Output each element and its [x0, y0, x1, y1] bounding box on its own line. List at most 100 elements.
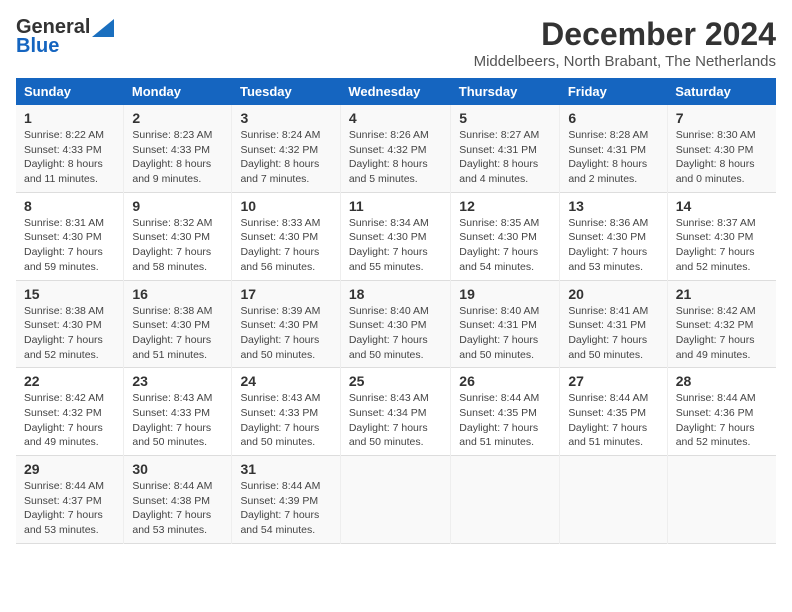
- day-info: Sunrise: 8:26 AM Sunset: 4:32 PM Dayligh…: [349, 128, 442, 187]
- calendar-cell: 18 Sunrise: 8:40 AM Sunset: 4:30 PM Dayli…: [340, 280, 450, 368]
- day-info: Sunrise: 8:38 AM Sunset: 4:30 PM Dayligh…: [24, 304, 115, 363]
- calendar-cell: 14 Sunrise: 8:37 AM Sunset: 4:30 PM Dayli…: [667, 192, 776, 280]
- day-number: 23: [132, 373, 223, 389]
- day-number: 7: [676, 110, 768, 126]
- day-number: 18: [349, 286, 442, 302]
- day-info: Sunrise: 8:44 AM Sunset: 4:36 PM Dayligh…: [676, 391, 768, 450]
- calendar-cell: 12 Sunrise: 8:35 AM Sunset: 4:30 PM Dayli…: [451, 192, 560, 280]
- column-header-tuesday: Tuesday: [232, 78, 340, 105]
- day-info: Sunrise: 8:37 AM Sunset: 4:30 PM Dayligh…: [676, 216, 768, 275]
- day-info: Sunrise: 8:23 AM Sunset: 4:33 PM Dayligh…: [132, 128, 223, 187]
- calendar-table: SundayMondayTuesdayWednesdayThursdayFrid…: [16, 78, 776, 544]
- calendar-cell: 19Sunrise: 8:40 AM Sunset: 4:31 PM Dayli…: [451, 280, 560, 368]
- day-number: 17: [240, 286, 331, 302]
- day-number: 22: [24, 373, 115, 389]
- calendar-cell: [451, 456, 560, 544]
- day-info: Sunrise: 8:36 AM Sunset: 4:30 PM Dayligh…: [568, 216, 658, 275]
- day-info: Sunrise: 8:28 AM Sunset: 4:31 PM Dayligh…: [568, 128, 658, 187]
- day-info: Sunrise: 8:44 AM Sunset: 4:37 PM Dayligh…: [24, 479, 115, 538]
- title-area: December 2024 Middelbeers, North Brabant…: [474, 16, 776, 70]
- day-number: 31: [240, 461, 331, 477]
- calendar-cell: [560, 456, 667, 544]
- day-number: 24: [240, 373, 331, 389]
- day-info: Sunrise: 8:44 AM Sunset: 4:39 PM Dayligh…: [240, 479, 331, 538]
- day-info: Sunrise: 8:35 AM Sunset: 4:30 PM Dayligh…: [459, 216, 551, 275]
- column-header-thursday: Thursday: [451, 78, 560, 105]
- calendar-cell: 6 Sunrise: 8:28 AM Sunset: 4:31 PM Daylig…: [560, 105, 667, 192]
- day-number: 10: [240, 198, 331, 214]
- calendar-cell: 15 Sunrise: 8:38 AM Sunset: 4:30 PM Dayli…: [16, 280, 124, 368]
- day-info: Sunrise: 8:42 AM Sunset: 4:32 PM Dayligh…: [24, 391, 115, 450]
- column-header-wednesday: Wednesday: [340, 78, 450, 105]
- day-info: Sunrise: 8:43 AM Sunset: 4:33 PM Dayligh…: [240, 391, 331, 450]
- logo: General Blue: [16, 16, 114, 58]
- calendar-week-5: 29Sunrise: 8:44 AM Sunset: 4:37 PM Dayli…: [16, 456, 776, 544]
- calendar-cell: 25 Sunrise: 8:43 AM Sunset: 4:34 PM Dayli…: [340, 368, 450, 456]
- day-number: 9: [132, 198, 223, 214]
- day-info: Sunrise: 8:43 AM Sunset: 4:34 PM Dayligh…: [349, 391, 442, 450]
- day-info: Sunrise: 8:40 AM Sunset: 4:31 PM Dayligh…: [459, 304, 551, 363]
- calendar-cell: 5Sunrise: 8:27 AM Sunset: 4:31 PM Daylig…: [451, 105, 560, 192]
- calendar-week-1: 1 Sunrise: 8:22 AM Sunset: 4:33 PM Daylig…: [16, 105, 776, 192]
- calendar-cell: 30 Sunrise: 8:44 AM Sunset: 4:38 PM Dayli…: [124, 456, 232, 544]
- column-header-sunday: Sunday: [16, 78, 124, 105]
- day-number: 15: [24, 286, 115, 302]
- day-info: Sunrise: 8:33 AM Sunset: 4:30 PM Dayligh…: [240, 216, 331, 275]
- day-info: Sunrise: 8:43 AM Sunset: 4:33 PM Dayligh…: [132, 391, 223, 450]
- calendar-title: December 2024: [474, 16, 776, 53]
- calendar-cell: 2 Sunrise: 8:23 AM Sunset: 4:33 PM Daylig…: [124, 105, 232, 192]
- calendar-cell: 28 Sunrise: 8:44 AM Sunset: 4:36 PM Dayli…: [667, 368, 776, 456]
- calendar-cell: 26 Sunrise: 8:44 AM Sunset: 4:35 PM Dayli…: [451, 368, 560, 456]
- header: General Blue December 2024 Middelbeers, …: [16, 16, 776, 70]
- calendar-header-row: SundayMondayTuesdayWednesdayThursdayFrid…: [16, 78, 776, 105]
- day-number: 12: [459, 198, 551, 214]
- calendar-cell: 3 Sunrise: 8:24 AM Sunset: 4:32 PM Daylig…: [232, 105, 340, 192]
- calendar-cell: 21Sunrise: 8:42 AM Sunset: 4:32 PM Dayli…: [667, 280, 776, 368]
- day-info: Sunrise: 8:24 AM Sunset: 4:32 PM Dayligh…: [240, 128, 331, 187]
- day-number: 20: [568, 286, 658, 302]
- day-number: 16: [132, 286, 223, 302]
- day-number: 26: [459, 373, 551, 389]
- day-number: 6: [568, 110, 658, 126]
- calendar-week-3: 15 Sunrise: 8:38 AM Sunset: 4:30 PM Dayli…: [16, 280, 776, 368]
- logo-blue: Blue: [16, 35, 59, 58]
- calendar-week-4: 22 Sunrise: 8:42 AM Sunset: 4:32 PM Dayli…: [16, 368, 776, 456]
- day-info: Sunrise: 8:22 AM Sunset: 4:33 PM Dayligh…: [24, 128, 115, 187]
- calendar-cell: 13Sunrise: 8:36 AM Sunset: 4:30 PM Dayli…: [560, 192, 667, 280]
- calendar-cell: [340, 456, 450, 544]
- day-info: Sunrise: 8:32 AM Sunset: 4:30 PM Dayligh…: [132, 216, 223, 275]
- day-number: 1: [24, 110, 115, 126]
- calendar-cell: 1 Sunrise: 8:22 AM Sunset: 4:33 PM Daylig…: [16, 105, 124, 192]
- calendar-cell: 16 Sunrise: 8:38 AM Sunset: 4:30 PM Dayli…: [124, 280, 232, 368]
- day-info: Sunrise: 8:34 AM Sunset: 4:30 PM Dayligh…: [349, 216, 442, 275]
- calendar-cell: 11 Sunrise: 8:34 AM Sunset: 4:30 PM Dayli…: [340, 192, 450, 280]
- day-number: 2: [132, 110, 223, 126]
- calendar-cell: 8Sunrise: 8:31 AM Sunset: 4:30 PM Daylig…: [16, 192, 124, 280]
- day-info: Sunrise: 8:31 AM Sunset: 4:30 PM Dayligh…: [24, 216, 115, 275]
- calendar-cell: 20Sunrise: 8:41 AM Sunset: 4:31 PM Dayli…: [560, 280, 667, 368]
- day-info: Sunrise: 8:44 AM Sunset: 4:35 PM Dayligh…: [459, 391, 551, 450]
- day-info: Sunrise: 8:30 AM Sunset: 4:30 PM Dayligh…: [676, 128, 768, 187]
- day-number: 25: [349, 373, 442, 389]
- day-number: 21: [676, 286, 768, 302]
- calendar-cell: 4Sunrise: 8:26 AM Sunset: 4:32 PM Daylig…: [340, 105, 450, 192]
- calendar-cell: 24 Sunrise: 8:43 AM Sunset: 4:33 PM Dayli…: [232, 368, 340, 456]
- day-number: 28: [676, 373, 768, 389]
- day-info: Sunrise: 8:39 AM Sunset: 4:30 PM Dayligh…: [240, 304, 331, 363]
- day-number: 3: [240, 110, 331, 126]
- day-info: Sunrise: 8:38 AM Sunset: 4:30 PM Dayligh…: [132, 304, 223, 363]
- calendar-cell: 22 Sunrise: 8:42 AM Sunset: 4:32 PM Dayli…: [16, 368, 124, 456]
- day-info: Sunrise: 8:40 AM Sunset: 4:30 PM Dayligh…: [349, 304, 442, 363]
- day-info: Sunrise: 8:44 AM Sunset: 4:38 PM Dayligh…: [132, 479, 223, 538]
- calendar-cell: 9 Sunrise: 8:32 AM Sunset: 4:30 PM Daylig…: [124, 192, 232, 280]
- day-number: 11: [349, 198, 442, 214]
- calendar-subtitle: Middelbeers, North Brabant, The Netherla…: [474, 53, 776, 70]
- logo-icon: [92, 19, 114, 37]
- day-number: 14: [676, 198, 768, 214]
- day-info: Sunrise: 8:44 AM Sunset: 4:35 PM Dayligh…: [568, 391, 658, 450]
- calendar-cell: 31 Sunrise: 8:44 AM Sunset: 4:39 PM Dayli…: [232, 456, 340, 544]
- calendar-cell: 23 Sunrise: 8:43 AM Sunset: 4:33 PM Dayli…: [124, 368, 232, 456]
- day-number: 27: [568, 373, 658, 389]
- calendar-week-2: 8Sunrise: 8:31 AM Sunset: 4:30 PM Daylig…: [16, 192, 776, 280]
- day-number: 30: [132, 461, 223, 477]
